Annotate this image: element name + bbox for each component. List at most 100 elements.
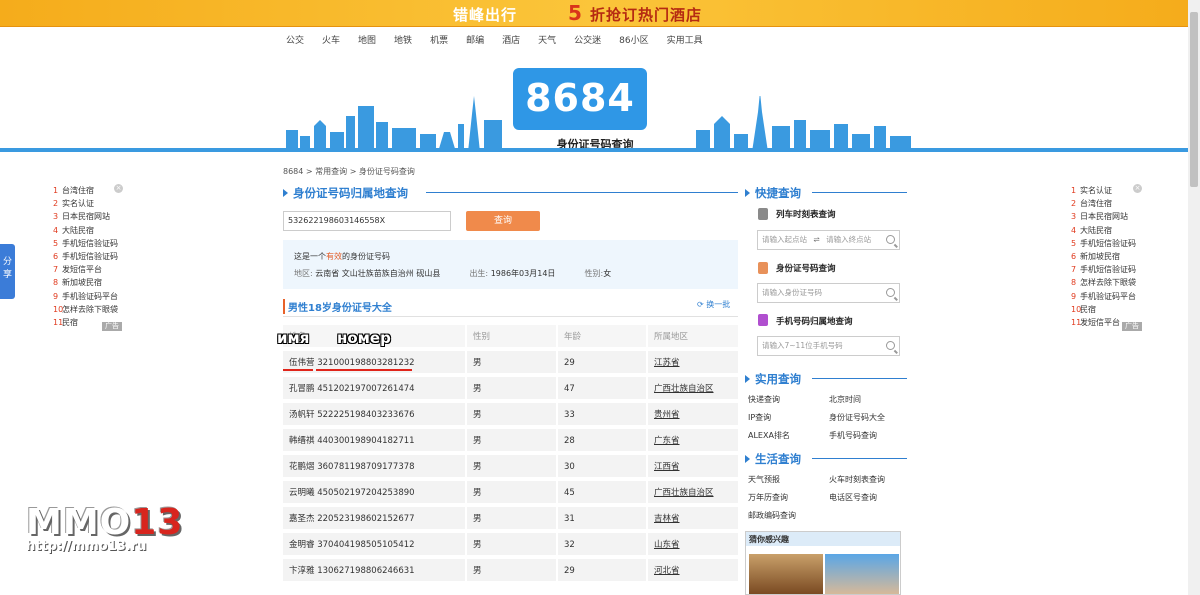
region-link[interactable]: 江西省: [654, 455, 680, 479]
nav-map[interactable]: 地图: [358, 33, 376, 47]
breadcrumb[interactable]: 8684 > 常用查询 > 身份证号码查询: [283, 166, 415, 177]
link-train-timetable[interactable]: 火车时刻表查询: [829, 475, 885, 484]
link-beijing-time[interactable]: 北京时间: [829, 395, 861, 404]
link-express[interactable]: 快递查询: [748, 395, 780, 404]
right-ad-item[interactable]: 5 手机短信验证码: [1071, 237, 1136, 250]
table-row: 孔冒鹏 451202197007261474 男 47 广西壮族自治区: [283, 377, 738, 401]
left-ad-item[interactable]: 2 实名认证: [53, 197, 118, 210]
region-link[interactable]: 广东省: [654, 429, 680, 453]
left-ad-item[interactable]: 9 手机验证码平台: [53, 290, 118, 303]
nav-community[interactable]: 86小区: [619, 33, 648, 47]
region-link[interactable]: 河北省: [654, 559, 680, 583]
search-icon[interactable]: [886, 341, 895, 350]
link-calendar[interactable]: 万年历查询: [748, 493, 788, 502]
right-ad-item[interactable]: 8 怎样去除下眼袋: [1071, 276, 1136, 289]
life-query-title: 生活查询: [745, 451, 801, 467]
query-button[interactable]: 查询: [466, 211, 540, 231]
link-postcode[interactable]: 邮政编码查询: [748, 511, 796, 520]
refresh-link[interactable]: ⟳ 换一批: [697, 299, 730, 310]
left-ad-item[interactable]: 5 手机短信验证码: [53, 237, 118, 250]
right-ad-item[interactable]: 10民宿: [1071, 303, 1136, 316]
result-validity: 这是一个有效的身份证号码: [294, 252, 390, 261]
right-ad-item[interactable]: 3 日本民宿网站: [1071, 210, 1136, 223]
id-list-title: 男性18岁身份证号大全: [283, 299, 392, 314]
result-box: 这是一个有效的身份证号码 地区: 云南省 文山壮族苗族自治州 砚山县 出生: 1…: [283, 240, 738, 289]
id-number: 370404198505105412: [317, 540, 415, 550]
region-link[interactable]: 江苏省: [654, 351, 680, 375]
search-icon[interactable]: [886, 235, 895, 244]
right-ad-item[interactable]: 7 手机短信验证码: [1071, 263, 1136, 276]
table-row: 卞淳雅 130627198806246631 男 29 河北省: [283, 559, 738, 583]
id-search-input[interactable]: 请输入身份证号码: [757, 283, 900, 303]
link-weather[interactable]: 天气预报: [748, 475, 780, 484]
id-number: 220523198602152677: [317, 514, 415, 524]
annotation-underline-number: [316, 369, 412, 371]
region-link[interactable]: 广西壮族自治区: [654, 481, 714, 505]
link-id-list[interactable]: 身份证号码大全: [829, 413, 885, 422]
triangle-arrow-icon: [745, 189, 750, 197]
link-phone-lookup[interactable]: 手机号码查询: [829, 431, 877, 440]
left-ad-item[interactable]: 8 新加坡民宿: [53, 276, 118, 289]
life-links-col1: 天气预报 万年历查询 邮政编码查询: [748, 471, 796, 525]
region-link[interactable]: 广西壮族自治区: [654, 377, 714, 401]
link-ip[interactable]: IP查询: [748, 413, 771, 422]
nav-bus[interactable]: 公交: [286, 33, 304, 47]
nav-hotel[interactable]: 酒店: [502, 33, 520, 47]
phone-search-input[interactable]: 请输入7~11位手机号码: [757, 336, 900, 356]
nav-tools[interactable]: 实用工具: [667, 33, 703, 47]
annotation-number: номер: [337, 329, 391, 347]
annotation-name: имя: [277, 329, 310, 347]
region-link[interactable]: 山东省: [654, 533, 680, 557]
person-name: 韩缙祺: [289, 436, 315, 446]
nav-subway[interactable]: 地铁: [394, 33, 412, 47]
scrollbar-thumb[interactable]: [1190, 12, 1198, 187]
left-close-icon[interactable]: ×: [114, 184, 123, 193]
annotation-underline-name: [283, 369, 313, 371]
region-link[interactable]: 贵州省: [654, 403, 680, 427]
nav-bus-fan[interactable]: 公交迷: [574, 33, 601, 47]
id-number: 450502197204253890: [317, 488, 415, 498]
person-name: 孔冒鹏: [289, 384, 315, 394]
left-ad-item[interactable]: 1 台湾住宿: [53, 184, 118, 197]
nav-weather[interactable]: 天气: [538, 33, 556, 47]
link-alexa[interactable]: ALEXA排名: [748, 431, 790, 440]
right-ad-item[interactable]: 2 台湾住宿: [1071, 197, 1136, 210]
left-ad-item[interactable]: 7 发短信平台: [53, 263, 118, 276]
life-links-col2: 火车时刻表查询 电话区号查询: [829, 471, 885, 507]
right-ad-item[interactable]: 4 大陆民宿: [1071, 224, 1136, 237]
left-ad-item[interactable]: 4 大陆民宿: [53, 224, 118, 237]
recommend-image-1[interactable]: [749, 554, 823, 594]
right-close-icon[interactable]: ×: [1133, 184, 1142, 193]
result-gender: 女: [603, 269, 612, 278]
refresh-icon: ⟳: [697, 300, 704, 309]
id-number-input[interactable]: 532622198603146558X: [283, 211, 451, 231]
site-logo[interactable]: 8684: [513, 68, 647, 130]
left-ad-item[interactable]: 3 日本民宿网站: [53, 210, 118, 223]
triangle-arrow-icon: [283, 189, 288, 197]
id-number: 440300198904182711: [317, 436, 415, 446]
right-ad-list: 1 实名认证 2 台湾住宿 3 日本民宿网站 4 大陆民宿 5 手机短信验证码 6 新加坡民…: [1071, 184, 1136, 329]
banner-discount-number: 5: [568, 1, 582, 25]
left-ad-item[interactable]: 6 手机短信验证码: [53, 250, 118, 263]
right-ad-item[interactable]: 1 实名认证: [1071, 184, 1136, 197]
left-ad-item[interactable]: 10怎样去除下眼袋: [53, 303, 118, 316]
page-scrollbar[interactable]: [1188, 0, 1200, 595]
share-label-2: 享: [2, 270, 12, 280]
right-ad-item[interactable]: 9 手机验证码平台: [1071, 290, 1136, 303]
share-tab[interactable]: 分 享: [0, 244, 15, 299]
link-area-code[interactable]: 电话区号查询: [829, 493, 877, 502]
search-icon[interactable]: [886, 288, 895, 297]
top-ad-banner[interactable]: 错峰出行 5 折抢订热门酒店: [0, 0, 1188, 27]
nav-flight[interactable]: 机票: [430, 33, 448, 47]
recommend-image-2[interactable]: [825, 554, 899, 594]
nav-postcode[interactable]: 邮编: [466, 33, 484, 47]
quick-title-rule: [812, 192, 907, 193]
id-lookup-title-text: 身份证号码归属地查询: [293, 186, 408, 200]
right-ad-item[interactable]: 6 新加坡民宿: [1071, 250, 1136, 263]
banner-text-2: 折抢订热门酒店: [590, 6, 703, 24]
result-birthdate: 1986年03月14日: [490, 269, 556, 278]
train-route-input[interactable]: 请输入起点站 ⇌ 请输入终点站: [757, 230, 900, 250]
swap-icon[interactable]: ⇌: [813, 235, 819, 244]
region-link[interactable]: 吉林省: [654, 507, 680, 531]
nav-train[interactable]: 火车: [322, 33, 340, 47]
